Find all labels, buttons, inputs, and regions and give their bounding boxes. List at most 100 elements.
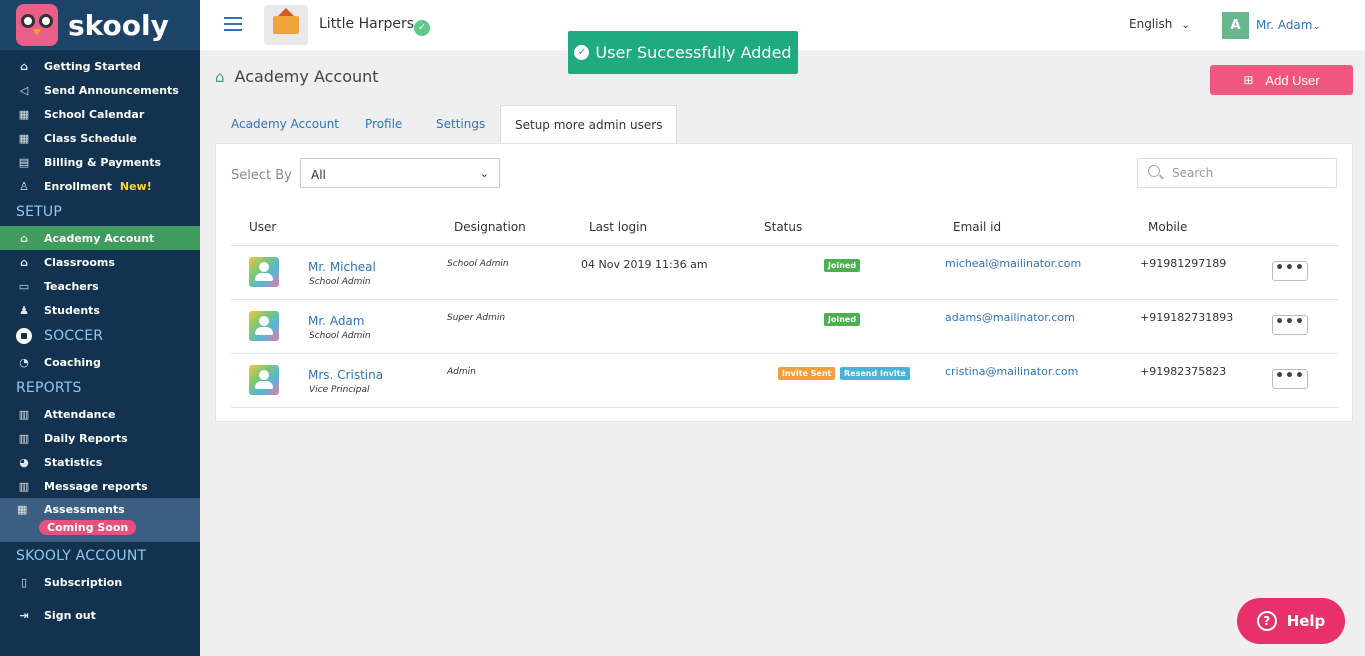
user-avatar-icon — [249, 257, 279, 287]
chevron-down-icon: ⌄ — [1181, 20, 1190, 31]
megaphone-icon: ◁ — [19, 83, 29, 97]
user-designation: School Admin — [447, 259, 509, 269]
student-icon: ♟ — [19, 303, 29, 317]
tab-profile[interactable]: Profile — [365, 117, 402, 131]
plus-square-icon: ⊞ — [1243, 73, 1254, 87]
status-badge: Joined — [824, 313, 861, 326]
user-email[interactable]: micheal@mailinator.com — [945, 257, 1081, 270]
soccer-ball-icon — [16, 328, 32, 344]
section-reports: REPORTS — [16, 380, 82, 396]
chevron-down-icon: ⌄ — [1312, 21, 1321, 32]
invite-sent-badge: Invite Sent — [778, 367, 836, 380]
school-logo — [264, 5, 308, 45]
logo[interactable]: skooly — [0, 0, 200, 50]
sidebar-item-daily-reports[interactable]: ▥ Daily Reports — [0, 426, 200, 450]
column-header-mobile: Mobile — [1148, 220, 1188, 234]
more-options-button[interactable]: ••• — [1272, 261, 1308, 281]
user-mobile: +91982375823 — [1140, 365, 1227, 378]
tab-academy-account[interactable]: Academy Account — [231, 117, 339, 131]
sidebar-item-school-calendar[interactable]: ▦ School Calendar — [0, 102, 200, 126]
sidebar-item-coaching[interactable]: ◔ Coaching — [0, 350, 200, 374]
section-setup: SETUP — [16, 204, 62, 220]
add-user-button[interactable]: ⊞ Add User — [1210, 65, 1353, 95]
tab-settings[interactable]: Settings — [436, 117, 485, 131]
column-header-email: Email id — [953, 220, 1002, 234]
section-skooly-account: SKOOLY ACCOUNT — [16, 548, 147, 564]
user-name-link[interactable]: Mrs. Cristina — [308, 368, 383, 382]
search-icon — [1148, 165, 1160, 177]
enrollment-icon: ♙ — [19, 179, 29, 193]
admin-users-panel: Select By All⌄ User Designation Last log… — [215, 143, 1353, 422]
coming-soon-badge: Coming Soon — [39, 520, 137, 535]
sidebar-item-attendance[interactable]: ▥ Attendance — [0, 402, 200, 426]
user-designation: Admin — [447, 367, 476, 377]
teacher-icon: ▭ — [18, 279, 30, 293]
whistle-icon: ◔ — [19, 355, 29, 369]
user-email[interactable]: adams@mailinator.com — [945, 311, 1075, 324]
user-email[interactable]: cristina@mailinator.com — [945, 365, 1078, 378]
success-toast: ✓ User Successfully Added — [568, 31, 798, 74]
resend-invite-button[interactable]: Resend Invite — [840, 367, 910, 380]
user-role: Vice Principal — [309, 385, 370, 395]
divider — [231, 245, 1338, 246]
sidebar-item-send-announcements[interactable]: ◁ Send Announcements — [0, 78, 200, 102]
sidebar: skooly ⌂ Getting Started ◁ Send Announceme… — [0, 0, 200, 656]
section-soccer: SOCCER — [0, 322, 200, 350]
divider — [231, 299, 1338, 300]
tab-setup-admin-users[interactable]: Setup more admin users — [500, 105, 678, 144]
sidebar-item-subscription[interactable]: ▯ Subscription — [0, 570, 200, 594]
more-options-button[interactable]: ••• — [1272, 315, 1308, 335]
sidebar-item-enrollment[interactable]: ♙ Enrollment New! — [0, 174, 200, 198]
user-avatar-icon — [249, 365, 279, 395]
sidebar-item-getting-started[interactable]: ⌂ Getting Started — [0, 54, 200, 78]
avatar[interactable]: A — [1222, 12, 1249, 39]
user-role: School Admin — [309, 331, 371, 341]
sidebar-item-assessments[interactable]: ▦ Assessments Coming Soon — [0, 498, 200, 542]
select-by-dropdown[interactable]: All ⌄ — [300, 158, 500, 188]
user-name-link[interactable]: Mr. Micheal — [308, 260, 376, 274]
page-title: ⌂ Academy Account — [215, 67, 379, 86]
sidebar-item-teachers[interactable]: ▭ Teachers — [0, 274, 200, 298]
sidebar-item-message-reports[interactable]: ▥ Message reports — [0, 474, 200, 498]
school-name: Little Harpers ✓ — [319, 16, 431, 36]
sidebar-item-classrooms[interactable]: ⌂ Classrooms — [0, 250, 200, 274]
classroom-icon: ⌂ — [20, 255, 28, 269]
user-last-login: 04 Nov 2019 11:36 am — [581, 258, 708, 271]
calendar-icon: ▦ — [18, 107, 30, 121]
user-menu[interactable]: Mr. Adam⌄ — [1256, 18, 1321, 32]
search-input[interactable] — [1172, 166, 1322, 180]
column-header-last-login: Last login — [589, 220, 648, 234]
attendance-icon: ▥ — [18, 407, 30, 421]
language-selector[interactable]: English ⌄ — [1129, 17, 1190, 31]
user-name-link[interactable]: Mr. Adam — [308, 314, 364, 328]
assessment-icon: ▦ — [17, 503, 28, 516]
user-mobile: +91981297189 — [1140, 257, 1227, 270]
search-box[interactable] — [1137, 158, 1337, 188]
bookmark-icon: ▯ — [20, 575, 28, 589]
more-options-button[interactable]: ••• — [1272, 369, 1308, 389]
select-by-label: Select By — [231, 168, 292, 183]
academy-icon: ⌂ — [20, 231, 28, 245]
divider — [231, 353, 1338, 354]
chevron-down-icon: ⌄ — [479, 167, 489, 180]
status-badge: Joined — [824, 259, 861, 272]
schedule-icon: ▦ — [18, 131, 30, 145]
home-icon: ⌂ — [20, 59, 28, 73]
sidebar-item-billing[interactable]: ▤ Billing & Payments — [0, 150, 200, 174]
hamburger-menu-icon[interactable] — [224, 17, 242, 31]
help-button[interactable]: ? Help — [1237, 598, 1345, 644]
verified-check-icon: ✓ — [414, 20, 431, 36]
billing-icon: ▤ — [18, 155, 30, 169]
user-role: School Admin — [309, 277, 371, 287]
sidebar-item-academy-account[interactable]: ⌂ Academy Account — [0, 226, 200, 250]
user-designation: Super Admin — [447, 313, 506, 323]
sidebar-item-class-schedule[interactable]: ▦ Class Schedule — [0, 126, 200, 150]
owl-logo-icon — [16, 4, 58, 46]
message-report-icon: ▥ — [18, 479, 30, 493]
sidebar-item-students[interactable]: ♟ Students — [0, 298, 200, 322]
sidebar-item-sign-out[interactable]: ⇥ Sign out — [0, 603, 200, 627]
brand-name: skooly — [68, 8, 169, 42]
sidebar-item-statistics[interactable]: ◕ Statistics — [0, 450, 200, 474]
academy-icon: ⌂ — [215, 67, 225, 86]
user-avatar-icon — [249, 311, 279, 341]
